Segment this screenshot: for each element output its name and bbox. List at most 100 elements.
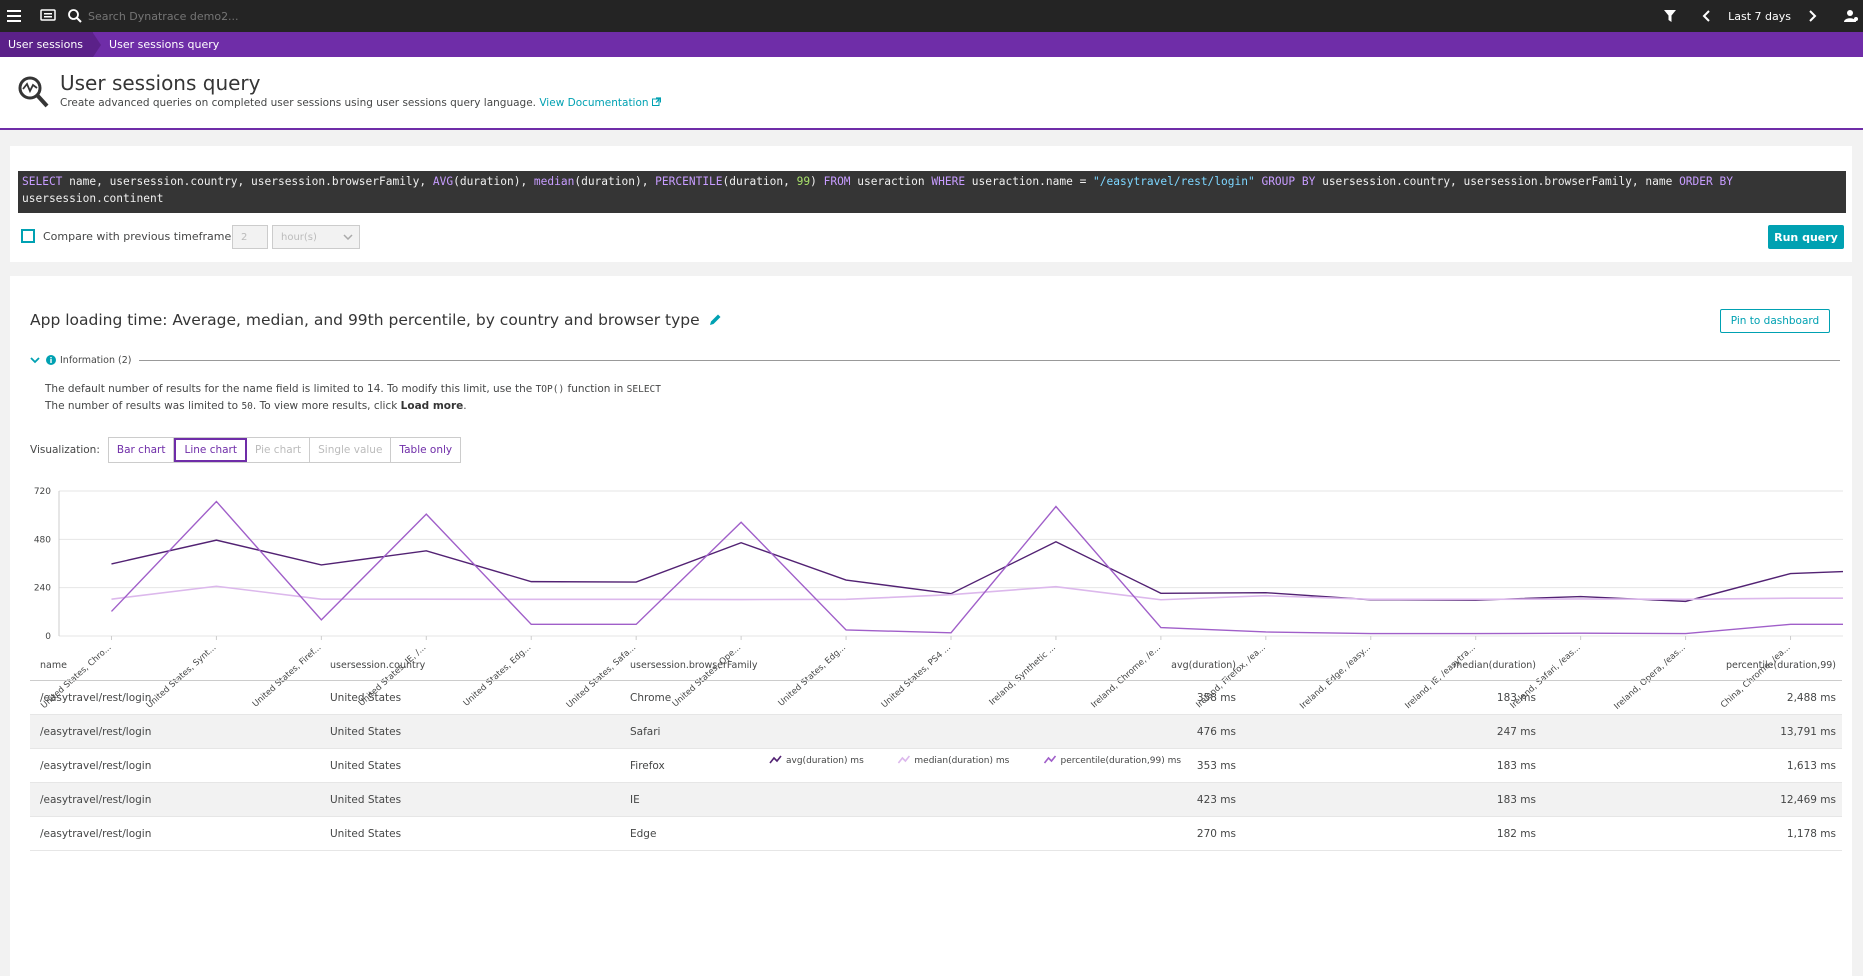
breadcrumb: User sessions User sessions query: [0, 32, 1863, 57]
column-header[interactable]: usersession.country: [330, 660, 630, 671]
compare-unit-value: hour(s): [281, 231, 317, 243]
visualization-selector: Visualization: Bar chart Line chart Pie …: [30, 437, 462, 463]
compare-label: Compare with previous timeframe: [43, 229, 232, 243]
table-cell: 476 ms: [1196, 725, 1236, 738]
information-toggle[interactable]: Information (2): [30, 353, 1840, 367]
timeframe-selector[interactable]: Last 7 days: [1720, 10, 1799, 23]
page-title: User sessions query: [60, 71, 261, 95]
table-cell: Chrome: [630, 691, 672, 704]
table-cell: United States: [330, 725, 402, 738]
table-cell: 183 ms: [1496, 793, 1536, 806]
table-cell: /easytravel/rest/login: [40, 827, 152, 840]
y-tick-label: 240: [34, 584, 51, 594]
table-cell: 353 ms: [1196, 759, 1236, 772]
y-tick-label: 720: [34, 487, 51, 497]
table-cell: 423 ms: [1196, 793, 1236, 806]
viz-bar-chart[interactable]: Bar chart: [109, 438, 175, 462]
table-cell: United States: [330, 793, 402, 806]
table-row: /easytravel/rest/login United States Firef…: [30, 749, 1842, 783]
visualization-label: Visualization:: [30, 444, 100, 456]
run-query-button[interactable]: Run query: [1768, 225, 1844, 249]
table-cell: /easytravel/rest/login: [40, 759, 152, 772]
table-cell: 2,488 ms: [1786, 691, 1836, 704]
table-cell: 183 ms: [1496, 691, 1536, 704]
viz-line-chart[interactable]: Line chart: [174, 438, 247, 462]
table-cell: /easytravel/rest/login: [40, 725, 152, 738]
breadcrumb-user-sessions-query[interactable]: User sessions query: [101, 32, 229, 57]
compare-checkbox[interactable]: [21, 229, 35, 243]
column-header[interactable]: percentile(duration,99): [1536, 660, 1836, 671]
information-label: Information (2): [60, 354, 132, 366]
column-header[interactable]: avg(duration): [930, 660, 1236, 671]
breadcrumb-user-sessions[interactable]: User sessions: [0, 32, 94, 57]
result-title-text: App loading time: Average, median, and 9…: [30, 311, 700, 329]
table-row: /easytravel/rest/login United States Edge 2…: [30, 817, 1842, 851]
query-panel: SELECT name, usersession.country, userse…: [10, 146, 1852, 262]
edit-pencil-icon[interactable]: [708, 313, 722, 327]
column-header[interactable]: name: [30, 660, 330, 671]
page-subtitle: Create advanced queries on completed use…: [60, 97, 662, 109]
page-header: User sessions query Create advanced quer…: [0, 57, 1863, 130]
table-cell: Safari: [630, 725, 661, 738]
table-header: name usersession.country usersession.brows…: [30, 651, 1842, 681]
info-message-2: The number of results was limited to 50.…: [45, 400, 467, 412]
table-cell: 183 ms: [1496, 759, 1536, 772]
query-magnifier-icon: [18, 76, 49, 108]
chevron-down-icon: [30, 356, 40, 363]
external-link-icon: [651, 97, 662, 106]
user-icon[interactable]: [1839, 0, 1863, 32]
table-cell: 1,613 ms: [1786, 759, 1836, 772]
table-cell: Firefox: [630, 759, 665, 772]
info-icon: [46, 355, 56, 365]
query-editor[interactable]: SELECT name, usersession.country, userse…: [18, 171, 1846, 213]
table-cell: Edge: [630, 827, 657, 840]
chevron-left-icon[interactable]: [1692, 0, 1720, 32]
search-input[interactable]: [88, 9, 348, 23]
load-more-link[interactable]: Load more: [401, 400, 464, 412]
viz-table-only[interactable]: Table only: [391, 438, 460, 462]
menu-icon[interactable]: [0, 0, 28, 32]
table-cell: 358 ms: [1196, 691, 1236, 704]
viz-pie-chart: Pie chart: [247, 438, 311, 462]
result-title: App loading time: Average, median, and 9…: [30, 311, 722, 329]
table-cell: /easytravel/rest/login: [40, 691, 152, 704]
y-tick-label: 480: [34, 535, 51, 545]
column-header[interactable]: usersession.browserFamily: [630, 660, 930, 671]
table-cell: 247 ms: [1496, 725, 1536, 738]
info-message-1: The default number of results for the na…: [45, 383, 661, 395]
column-header[interactable]: median(duration): [1236, 660, 1536, 671]
compare-unit-select[interactable]: hour(s): [272, 225, 360, 249]
table-cell: 1,178 ms: [1786, 827, 1836, 840]
information-divider: [139, 359, 1840, 361]
breadcrumb-separator: [93, 32, 102, 57]
top-bar: Last 7 days: [0, 0, 1863, 32]
y-tick-label: 0: [45, 632, 51, 642]
viz-single-value: Single value: [310, 438, 392, 462]
chevron-down-icon: [343, 234, 353, 240]
view-documentation-link[interactable]: View Documentation: [539, 97, 662, 109]
table-cell: 12,469 ms: [1780, 793, 1836, 806]
filter-icon[interactable]: [1656, 0, 1684, 32]
search-bar[interactable]: [68, 0, 368, 32]
chevron-right-icon[interactable]: [1799, 0, 1827, 32]
table-cell: /easytravel/rest/login: [40, 793, 152, 806]
subtitle-text: Create advanced queries on completed use…: [60, 97, 537, 109]
table-cell: 270 ms: [1196, 827, 1236, 840]
table-cell: IE: [630, 793, 640, 806]
pin-to-dashboard-button[interactable]: Pin to dashboard: [1720, 309, 1830, 333]
table-row: /easytravel/rest/login United States Chrom…: [30, 681, 1842, 715]
visualization-options: Bar chart Line chart Pie chart Single va…: [107, 437, 462, 463]
series-line: [110, 500, 1843, 635]
results-table: name usersession.country usersession.brows…: [30, 651, 1842, 851]
table-cell: United States: [330, 827, 402, 840]
search-icon: [68, 9, 82, 23]
result-panel: App loading time: Average, median, and 9…: [10, 276, 1852, 976]
notifications-icon[interactable]: [34, 0, 62, 32]
table-cell: 13,791 ms: [1780, 725, 1836, 738]
series-line: [111, 585, 1843, 601]
table-cell: United States: [330, 759, 402, 772]
compare-checkbox-row[interactable]: Compare with previous timeframe: [21, 229, 231, 243]
table-row: /easytravel/rest/login United States IE 423…: [30, 783, 1842, 817]
compare-value-input[interactable]: 2: [232, 225, 268, 249]
table-row: /easytravel/rest/login United States Safar…: [30, 715, 1842, 749]
